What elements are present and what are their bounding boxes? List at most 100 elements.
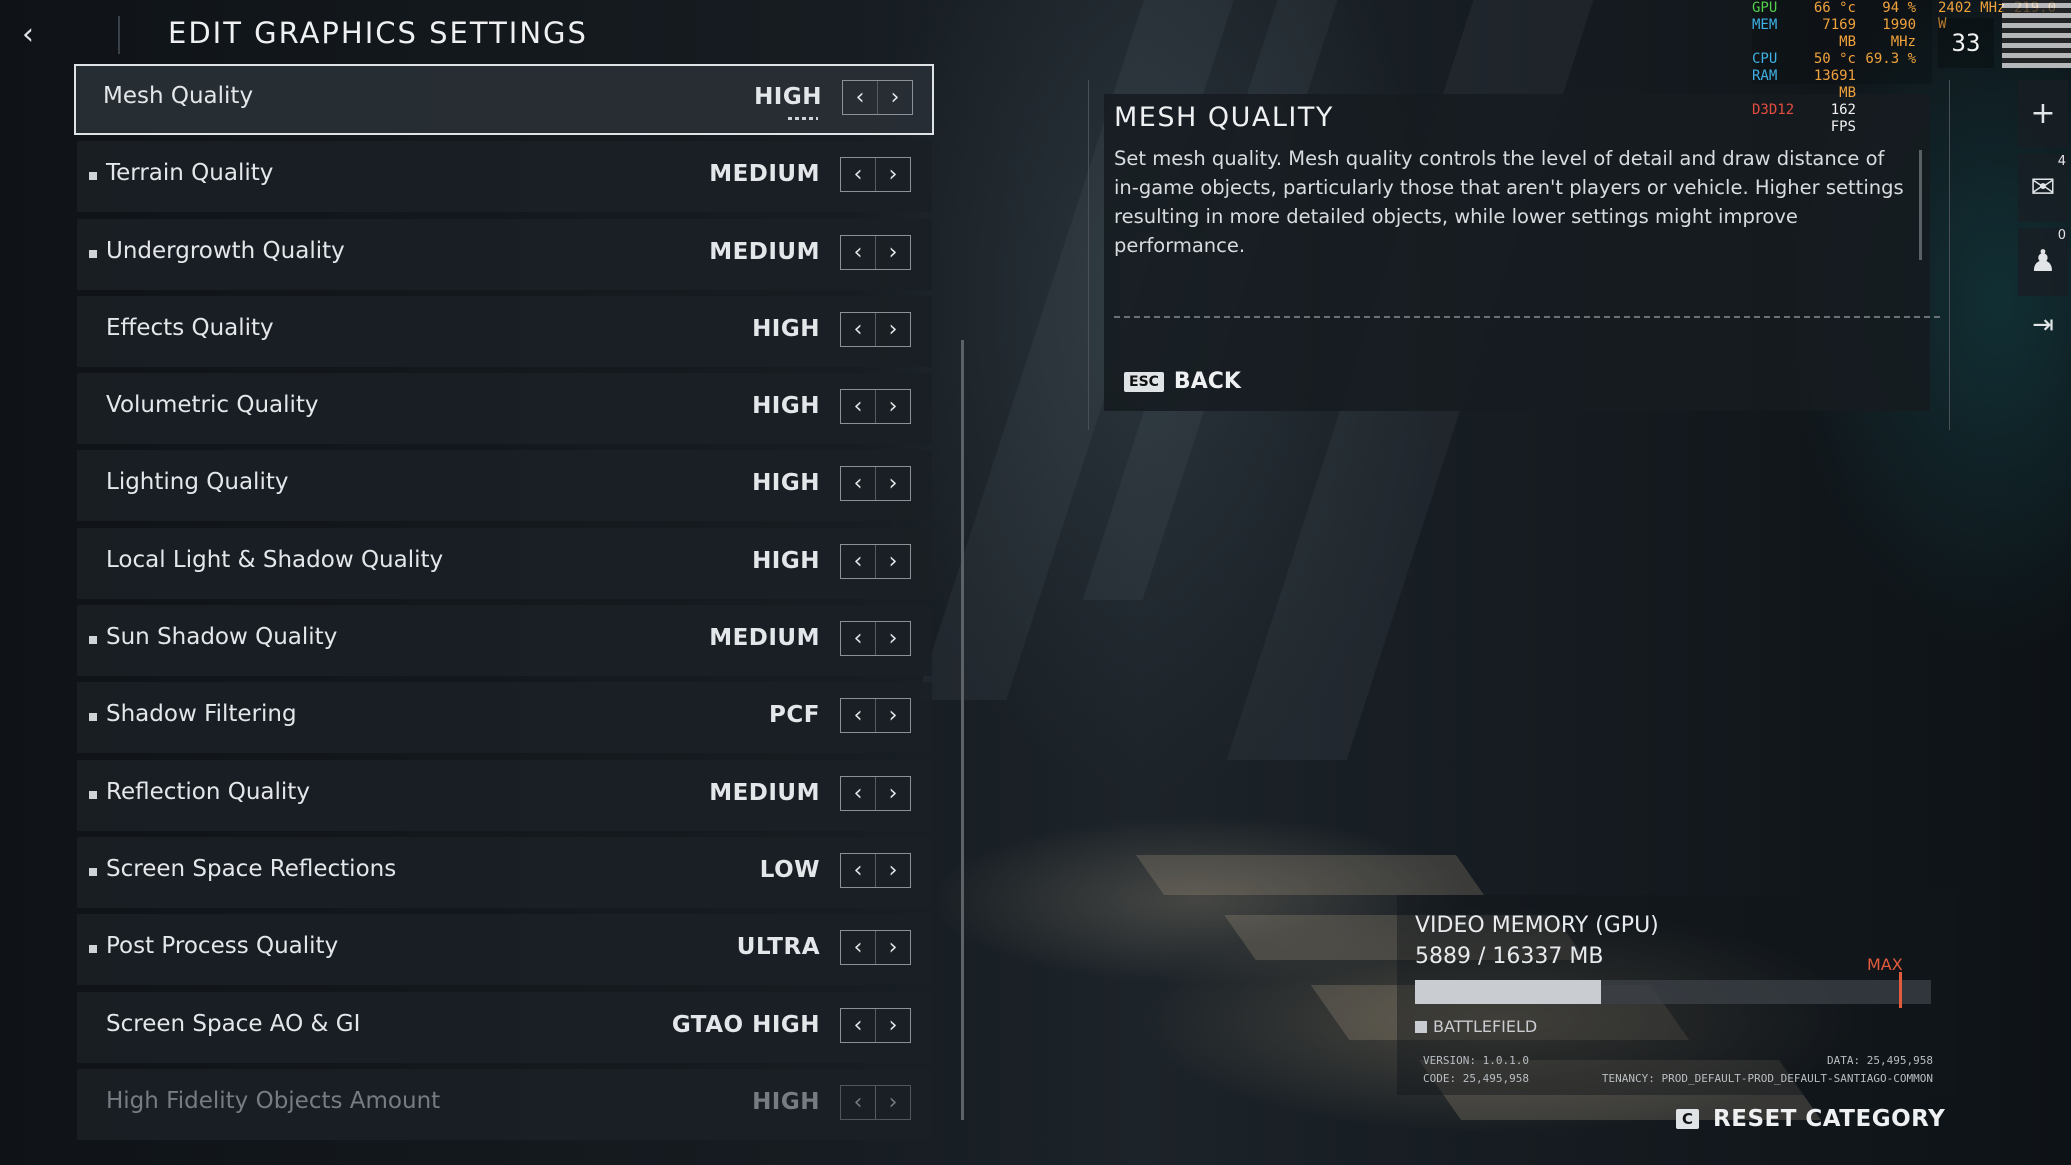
setting-label: Undergrowth Quality (106, 237, 345, 264)
overlay-metric-value: 66 °c (1813, 0, 1856, 16)
modified-indicator (89, 249, 97, 258)
setting-label: Effects Quality (106, 314, 274, 341)
setting-label: Reflection Quality (106, 778, 310, 805)
setting-row[interactable]: Shadow Filtering PCF ‹ › (77, 682, 932, 754)
previous-value-icon[interactable]: ‹ (841, 158, 875, 191)
setting-label: Local Light & Shadow Quality (106, 546, 444, 573)
overlay-metric-secondary: 69.3 % (1865, 51, 1916, 67)
previous-value-icon[interactable]: ‹ (841, 1009, 875, 1042)
setting-row[interactable]: High Fidelity Objects Amount HIGH ‹ › (77, 1068, 932, 1140)
previous-value-icon[interactable]: ‹ (841, 699, 875, 732)
page-title: EDIT GRAPHICS SETTINGS (168, 16, 588, 50)
next-value-icon[interactable]: › (875, 931, 910, 965)
previous-value-icon[interactable]: ‹ (841, 854, 875, 887)
settings-list: Mesh Quality HIGH ‹ › Terrain Quality MEDI… (74, 64, 934, 1146)
setting-row[interactable]: Volumetric Quality HIGH ‹ › (77, 373, 932, 445)
previous-value-icon[interactable]: ‹ (841, 313, 875, 346)
modified-indicator (89, 636, 97, 645)
setting-label: Volumetric Quality (106, 392, 319, 419)
setting-row[interactable]: Lighting Quality HIGH ‹ › (77, 450, 932, 522)
next-value-icon[interactable]: › (875, 1008, 910, 1042)
setting-value: PCF (769, 702, 820, 729)
back-button[interactable]: ESC BACK (1124, 369, 1241, 394)
next-value-icon[interactable]: › (877, 81, 912, 114)
next-value-icon[interactable]: › (875, 544, 910, 578)
setting-label: Sun Shadow Quality (106, 624, 338, 651)
previous-value-icon[interactable]: ‹ (841, 622, 875, 655)
overlay-metric-name: D3D12 (1752, 102, 1795, 118)
overlay-metric-value: 162 FPS (1830, 102, 1856, 135)
video-memory-max-marker (1899, 972, 1902, 1008)
value-stepper: ‹ › (840, 234, 911, 270)
setting-row[interactable]: Reflection Quality MEDIUM ‹ › (77, 759, 932, 831)
exit-icon[interactable]: ⇥ (2018, 302, 2068, 348)
plus-icon[interactable]: + (2018, 80, 2068, 148)
video-memory-max-label: MAX (1867, 955, 1903, 974)
setting-label: Terrain Quality (106, 160, 274, 187)
setting-value: MEDIUM (709, 625, 820, 652)
setting-row[interactable]: Sun Shadow Quality MEDIUM ‹ › (77, 605, 932, 677)
setting-label: Screen Space AO & GI (106, 1010, 361, 1037)
video-memory-fill (1415, 980, 1602, 1004)
setting-label: Mesh Quality (103, 83, 254, 109)
overlay-row: CPU 50 °c 69.3 % (1752, 51, 1932, 68)
next-value-icon[interactable]: › (875, 158, 910, 192)
setting-value: HIGH (754, 84, 822, 110)
setting-label: Shadow Filtering (106, 701, 297, 728)
mail-icon[interactable]: ✉ 4 (2018, 154, 2068, 222)
previous-value-icon[interactable]: ‹ (841, 777, 875, 810)
previous-value-icon[interactable]: ‹ (841, 236, 875, 269)
setting-row[interactable]: Mesh Quality HIGH ‹ › (74, 64, 934, 135)
squad-icon[interactable]: ♟ 0 (2018, 228, 2068, 296)
next-value-icon[interactable]: › (875, 853, 910, 887)
setting-row[interactable]: Screen Space AO & GI GTAO HIGH ‹ › (77, 991, 932, 1063)
reset-category-button[interactable]: C RESET CATEGORY (1676, 1106, 1945, 1132)
modified-indicator (89, 945, 97, 954)
previous-value-icon[interactable]: ‹ (841, 467, 875, 500)
setting-row[interactable]: Local Light & Shadow Quality HIGH ‹ › (77, 527, 932, 599)
setting-row[interactable]: Effects Quality HIGH ‹ › (77, 295, 932, 367)
next-value-icon[interactable]: › (875, 235, 910, 269)
setting-value: MEDIUM (709, 161, 820, 188)
back-icon[interactable]: ‹ (22, 20, 42, 50)
previous-value-icon[interactable]: ‹ (843, 81, 877, 114)
setting-value: HIGH (752, 393, 820, 420)
reset-category-label: RESET CATEGORY (1713, 1106, 1946, 1132)
next-value-icon[interactable]: › (875, 390, 910, 424)
list-scrollbar[interactable] (961, 340, 964, 1120)
overlay-metric-secondary (1856, 102, 1916, 136)
title-divider (118, 16, 120, 54)
overlay-metric-secondary: 94 % (1882, 0, 1916, 16)
value-stepper: ‹ › (840, 698, 911, 734)
overlay-metric-value: 50 °c (1813, 51, 1856, 67)
value-stepper: ‹ › (840, 389, 911, 425)
esc-key-badge: ESC (1124, 371, 1164, 392)
overlay-metric-secondary: 1990 MHz (1882, 17, 1916, 50)
previous-value-icon[interactable]: ‹ (841, 545, 875, 578)
next-value-icon[interactable]: › (875, 467, 910, 501)
mail-icon-glyph: ✉ (2030, 170, 2056, 205)
setting-row[interactable]: Post Process Quality ULTRA ‹ › (77, 914, 932, 986)
value-position-indicator (788, 117, 818, 120)
setting-row[interactable]: Undergrowth Quality MEDIUM ‹ › (77, 218, 932, 290)
setting-value: MEDIUM (709, 779, 820, 806)
previous-value-icon[interactable]: ‹ (841, 390, 875, 423)
previous-value-icon[interactable]: ‹ (841, 1086, 875, 1119)
next-value-icon[interactable]: › (875, 622, 910, 656)
next-value-icon[interactable]: › (875, 776, 910, 810)
setting-label: High Fidelity Objects Amount (106, 1087, 441, 1114)
right-rail: + ✉ 4 ♟ 0 ⇥ (2018, 80, 2068, 354)
fps-counter: 33 (1938, 18, 1994, 68)
value-stepper: ‹ › (840, 466, 911, 502)
next-value-icon[interactable]: › (875, 1085, 910, 1119)
setting-row[interactable]: Terrain Quality MEDIUM ‹ › (77, 141, 932, 213)
overlay-row: MEM 7169 MB 1990 MHz (1752, 17, 1932, 51)
plus-icon-glyph: + (2030, 96, 2056, 131)
previous-value-icon[interactable]: ‹ (841, 931, 875, 964)
rail-count-badge: 0 (2057, 228, 2066, 243)
next-value-icon[interactable]: › (875, 312, 910, 346)
description-scrollbar[interactable] (1919, 150, 1922, 260)
setting-value: LOW (759, 856, 820, 883)
setting-row[interactable]: Screen Space Reflections LOW ‹ › (77, 836, 932, 908)
next-value-icon[interactable]: › (875, 699, 910, 733)
